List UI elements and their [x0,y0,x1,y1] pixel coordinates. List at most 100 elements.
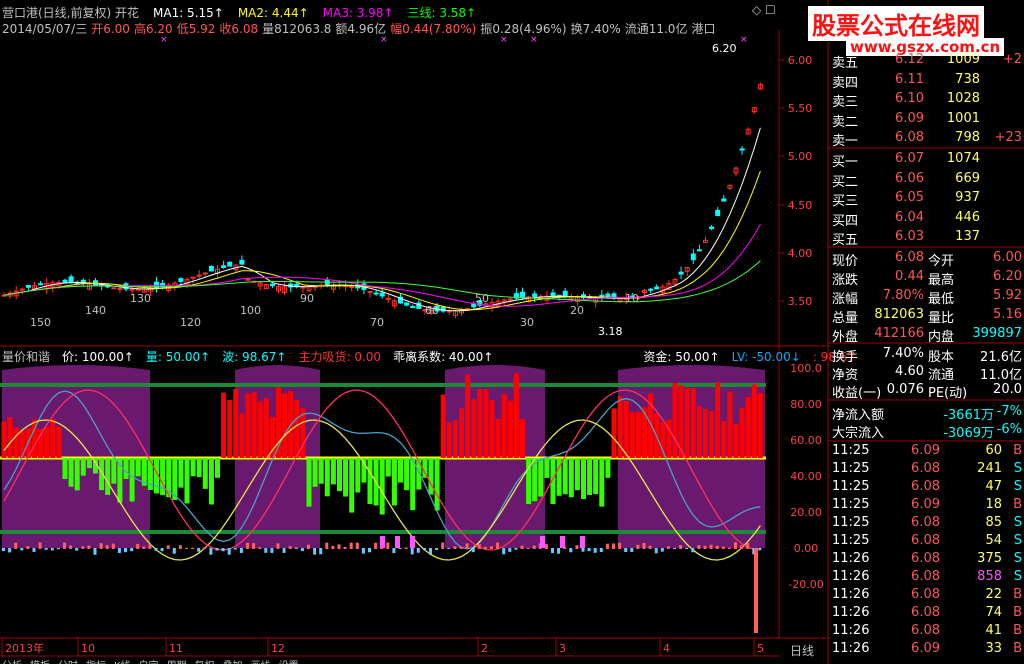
histogram-bar [251,392,257,458]
histogram-bar [404,458,410,491]
volume-bar [337,544,341,549]
histogram-bar [355,458,361,493]
volume-bar [148,544,152,549]
volume-bar [605,543,609,549]
histogram-bar [178,458,184,488]
order-book-sell-row: 卖四 6.11 738 [832,72,1022,91]
order-book-sell-row: 卖三 6.10 1028 [832,91,1022,110]
tick-row: 11:26 6.08 858 S [832,569,1022,588]
volume-bar [63,542,66,549]
quote-value: 6.20 [993,269,1022,284]
volume-bar [75,548,79,551]
volume-bar [264,548,268,553]
histogram-bar [629,412,635,458]
candle [550,292,556,297]
histogram-bar [465,374,471,458]
volume-bar [258,547,262,549]
volume-bar [178,545,182,549]
tick-time: 11:25 [832,533,870,548]
volume-bar [410,548,414,555]
tick-row: 11:25 6.09 60 B [832,443,1022,462]
volume-bar [81,546,85,549]
flow-value: -3661万 [943,408,994,423]
window-control-icons[interactable]: ◇ ☐ [752,3,776,17]
histogram-bar [239,413,245,458]
volume-bar [636,544,640,549]
volume-bar [618,542,622,549]
bottom-tabs[interactable]: 分析模板分时指标K线自定周期复权叠加画线设置 [2,657,307,664]
tick-side: B [1013,623,1022,638]
accumulation-bar [395,536,400,548]
tick-time: 11:25 [832,443,870,458]
stat-row: 净资 4.60 流通 11.0亿 [832,364,1022,383]
candle [111,287,117,290]
histogram-bar [19,430,25,458]
histogram-bar [459,408,464,458]
indicator-item: LV: -50.00↓ [731,350,801,364]
watermark-title: 股票公式在线网 [808,6,984,41]
volume-bar [679,545,683,549]
histogram-bar [13,427,19,458]
header-item: MA1: 5.15↑ [153,6,224,20]
ob-price: 6.12 [895,52,924,67]
tick-volume: 60 [985,443,1002,458]
indicator-chart[interactable] [0,365,766,633]
candle [129,288,135,291]
histogram-bar [538,458,544,497]
histogram-bar [434,458,440,511]
quote-item: 收6.08 [219,22,259,36]
volume-bar [435,548,439,550]
tick-side: S [1013,551,1022,566]
tick-time: 11:25 [832,497,870,512]
quote-value: 812063 [874,307,924,322]
stat-value: 0.076 [886,382,924,397]
candle [367,290,373,293]
quote-item: 幅0.44(7.80%) [390,22,477,36]
quote-value: 6.08 [895,250,924,265]
volume-bar [288,546,292,549]
tick-row: 11:25 6.09 18 B [832,497,1022,516]
volume-bar [691,548,695,553]
quote-item: 开6.00 [91,22,130,36]
ma-label: 130 [130,292,151,305]
tick-price: 6.08 [911,569,940,584]
histogram-bar [245,393,251,458]
candle [38,283,44,286]
ma-line [3,127,761,312]
price-chart[interactable]: 150140130120100907060503020106.203.18× × ×… [1,35,763,338]
candle [202,272,208,275]
volume-bar [575,545,579,549]
volume-bar [514,548,518,550]
quote-item: 流通11.0亿 [624,22,688,36]
histogram-bar [1,421,7,458]
histogram-bar [367,458,373,505]
histogram-bar [221,392,227,458]
volume-bar [26,546,30,549]
histogram-bar [306,458,312,507]
histogram-bar [520,419,525,458]
ma-label: 90 [300,292,314,305]
tick-price: 6.09 [911,497,940,512]
volume-bar [703,545,707,549]
volume-bar [685,548,689,550]
volume-bar [282,548,286,553]
histogram-bar [660,422,666,458]
volume-bar [368,548,371,553]
volume-bar [191,547,195,549]
candle [196,274,202,277]
volume-bar [233,548,237,550]
volume-bar [38,542,42,549]
histogram-bar [599,458,605,507]
volume-bar [465,543,469,549]
ob-label: 买二 [832,174,859,190]
quote-label: 外盘 [832,330,859,345]
histogram-bar [605,458,611,478]
timeline-period[interactable]: 日线 [790,642,814,659]
volume-bar [386,542,390,549]
ob-volume: 798 [955,130,980,145]
ob-label: 卖四 [832,75,859,91]
tick-time: 11:26 [832,623,870,638]
accumulation-bar [410,536,415,548]
volume-bar [8,548,12,553]
candle [648,288,654,291]
